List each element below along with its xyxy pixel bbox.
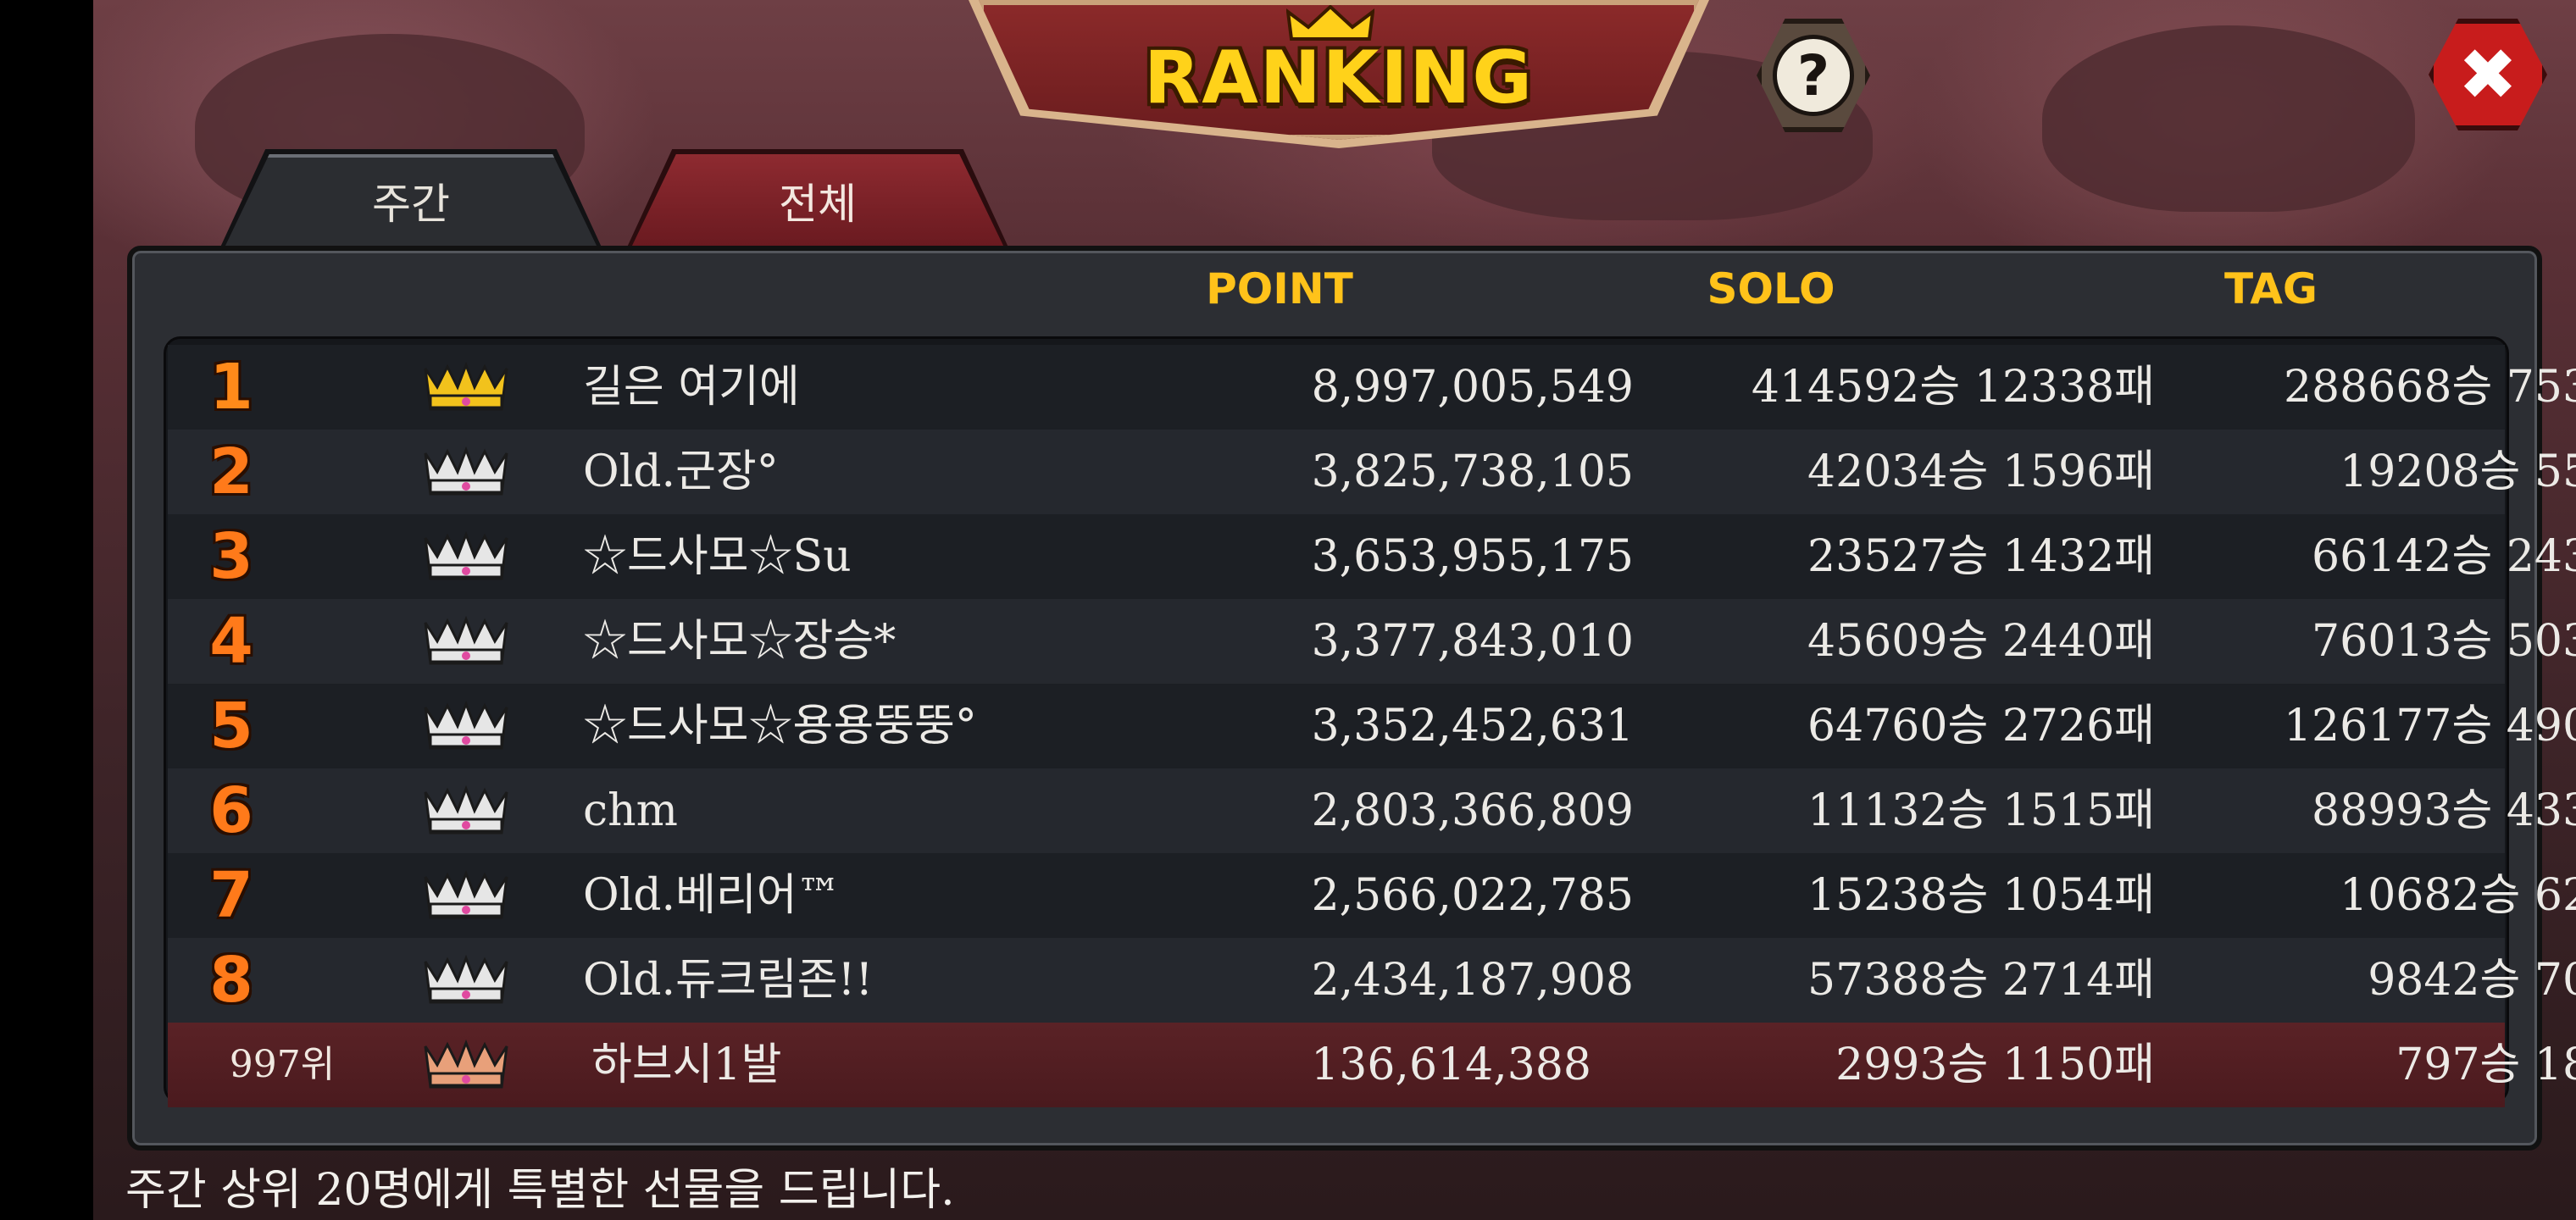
player-point: 8,997,005,549 [1311,362,1634,413]
player-name: Old.군장° [583,446,779,497]
player-name: ☆드사모☆용용뚱뚱° [583,701,977,751]
table-row[interactable]: 2 Old.군장° 3,825,738,105 42034승 1596패 19208승 … [168,430,2576,514]
player-point: 2,803,366,809 [1311,785,1634,836]
my-player-point: 136,614,388 [1311,1040,1591,1090]
my-player-name: 하브시1발 [591,1040,782,1090]
crown-badge [422,599,515,684]
player-tag-record: 126177승 4908패 [2283,701,2576,751]
column-header-point: POINT [1206,264,1353,313]
table-row[interactable]: 3 ☆드사모☆Su 3,653,955,175 23527승 1432패 66142승 … [168,514,2576,599]
tab-weekly[interactable]: 주간 [225,154,597,247]
crown-badge [422,345,515,430]
column-header-tag: TAG [2224,264,2318,313]
player-tag-record: 19208승 550패 [2340,446,2576,497]
background-rock [2042,25,2415,212]
table-row[interactable]: 6 chm 2,803,366,809 11132승 1515패 88993승 4330… [168,768,2576,853]
crown-badge [422,514,515,599]
rank-number: 8 [209,944,253,1017]
crown-icon [424,616,508,665]
tab-all[interactable]: 전체 [631,154,1004,247]
my-tag-record: 797승 187패 [2396,1040,2576,1090]
player-solo-record: 15238승 1054패 [1807,870,2155,921]
player-point: 3,825,738,105 [1311,446,1634,497]
player-point: 2,434,187,908 [1311,955,1634,1006]
player-solo-record: 64760승 2726패 [1807,701,2155,751]
player-name: ☆드사모☆장승* [583,616,897,667]
crown-icon [424,701,508,750]
table-row[interactable]: 7 Old.베리어™ 2,566,022,785 15238승 1054패 10682승… [168,853,2576,938]
crown-badge [422,684,515,768]
crown-icon [424,531,508,580]
player-solo-record: 45609승 2440패 [1807,616,2155,667]
crown-badge [422,938,515,1023]
crown-icon [424,446,508,496]
rank-number: 1 [209,351,253,424]
rank-number: 3 [209,520,253,593]
rank-number: 2 [209,435,253,508]
player-point: 3,653,955,175 [1311,531,1634,582]
player-tag-record: 10682승 623패 [2340,870,2576,921]
player-name: ☆드사모☆Su [583,531,852,582]
crown-badge [422,1023,515,1107]
player-solo-record: 42034승 1596패 [1807,446,2155,497]
player-point: 3,352,452,631 [1311,701,1634,751]
table-row[interactable]: 4 ☆드사모☆장승* 3,377,843,010 45609승 2440패 76013승… [168,599,2576,684]
player-tag-record: 88993승 4330패 [2312,785,2576,836]
crown-badge [422,430,515,514]
my-rank-row[interactable]: 997위 하브시1발 136,614,388 2993승 1150패 797승 187패 [168,1023,2576,1107]
player-point: 2,566,022,785 [1311,870,1634,921]
table-row[interactable]: 1 길은 여기에 8,997,005,549 414592승 12338패 288668… [168,345,2576,430]
crown-icon [424,955,508,1004]
crown-icon [424,785,508,835]
player-tag-record: 66142승 2438패 [2312,531,2576,582]
table-row[interactable]: 8 Old.듀크림존!! 2,434,187,908 57388승 2714패 9842… [168,938,2576,1023]
footer-notice: 주간 상위 20명에게 특별한 선물을 드립니다. [125,1165,955,1216]
close-icon: ✖ [2457,33,2518,116]
player-name: Old.베리어™ [583,870,841,921]
page-title: RANKING [1144,36,1534,120]
player-tag-record: 9842승 708패 [2368,955,2576,1006]
crown-icon [424,870,508,919]
my-rank-number: 997위 [229,1043,336,1086]
rank-number: 4 [209,605,253,678]
column-header-solo: SOLO [1707,264,1835,313]
player-solo-record: 23527승 1432패 [1807,531,2155,582]
rank-number: 7 [209,859,253,932]
help-icon: ? [1773,35,1854,116]
player-name: chm [583,785,678,836]
crown-icon [424,1040,508,1089]
player-solo-record: 57388승 2714패 [1807,955,2155,1006]
my-solo-record: 2993승 1150패 [1835,1040,2155,1090]
player-name: Old.듀크림존!! [583,955,874,1006]
rank-number: 6 [209,774,253,847]
crown-badge [422,768,515,853]
rank-number: 5 [209,690,253,762]
player-point: 3,377,843,010 [1311,616,1634,667]
crown-badge [422,853,515,938]
player-solo-record: 414592승 12338패 [1751,362,2155,413]
player-solo-record: 11132승 1515패 [1807,785,2155,836]
crown-icon [424,362,508,411]
player-name: 길은 여기에 [583,362,800,413]
player-tag-record: 76013승 5033패 [2312,616,2576,667]
player-tag-record: 288668승 7532패 [2283,362,2576,413]
table-row[interactable]: 5 ☆드사모☆용용뚱뚱° 3,352,452,631 64760승 2726패 1261… [168,684,2576,768]
